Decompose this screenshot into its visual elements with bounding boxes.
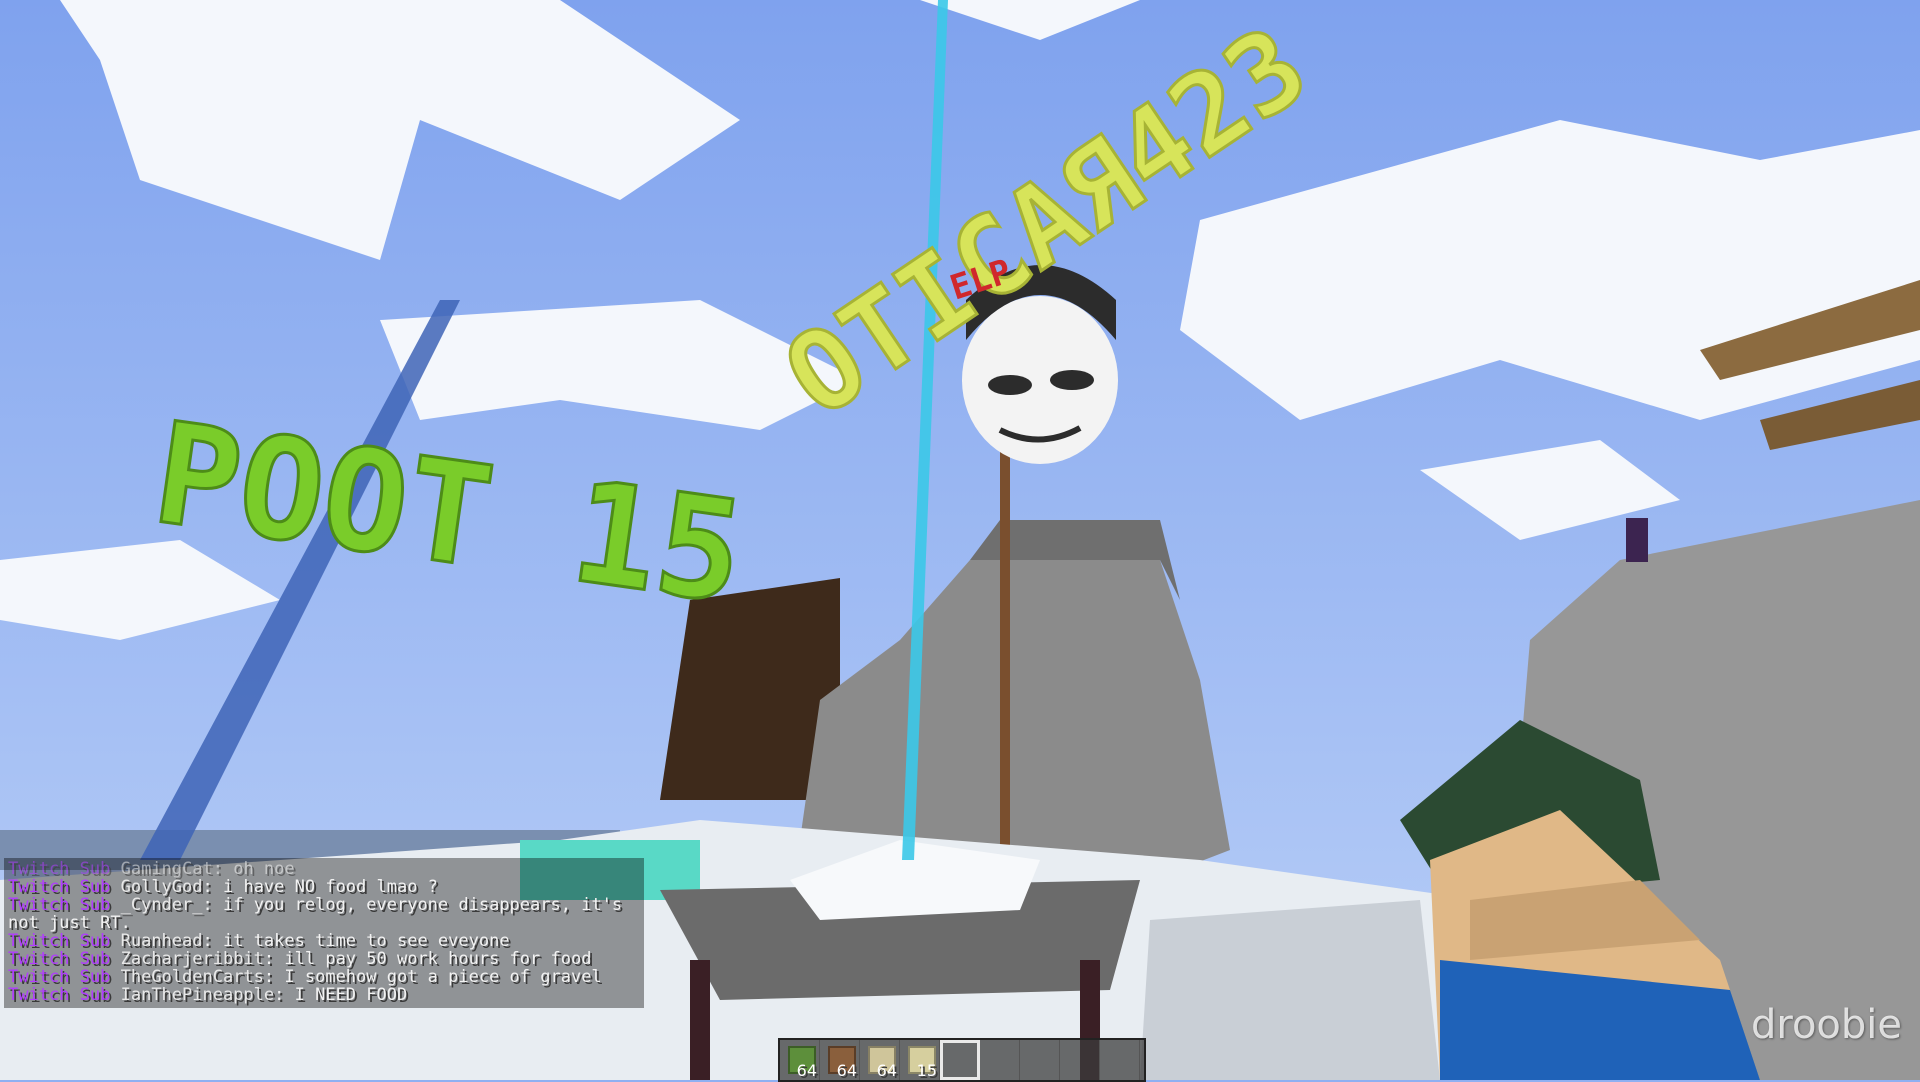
chat-tag: Twitch Sub <box>8 949 111 969</box>
chat-text: I somehow got a piece of gravel <box>284 967 602 987</box>
chat-message: Twitch Sub Zacharjeribbit: ill pay 50 wo… <box>8 949 592 969</box>
item-count: 64 <box>876 1061 897 1080</box>
chat-message: Twitch Sub Ruanhead: it takes time to se… <box>8 931 510 951</box>
chat-username: Ruanhead <box>120 931 203 951</box>
chat-username: TheGoldenCarts <box>120 967 264 987</box>
hotbar-slot-3[interactable]: 64 <box>860 1040 900 1080</box>
chat-username: _Cynder_ <box>120 895 203 915</box>
hotbar-slot-8[interactable] <box>1060 1040 1100 1080</box>
chat-message: Twitch Sub GollyGod: i have NO food lmao… <box>8 877 438 897</box>
wooden-pole <box>1000 420 1010 860</box>
chat-username: GollyGod <box>120 877 203 897</box>
chat-tag: Twitch Sub <box>8 877 111 897</box>
hotbar[interactable]: 64 64 64 15 <box>778 1038 1146 1082</box>
chat-message: Twitch Sub _Cynder_: if you relog, every… <box>8 895 633 933</box>
chat-message: Twitch Sub IanThePineapple: I NEED FOOD <box>8 985 408 1005</box>
chat-text: oh noe <box>233 859 295 879</box>
chat-text: i have NO food lmao ? <box>222 877 438 897</box>
platform-support-left <box>690 960 710 1080</box>
hotbar-slot-5[interactable] <box>940 1040 980 1080</box>
snow-ground-shadow <box>1140 900 1440 1080</box>
chat-tag: Twitch Sub <box>8 931 111 951</box>
item-count: 15 <box>916 1061 937 1080</box>
item-count: 64 <box>796 1061 817 1080</box>
chat-username: Zacharjeribbit <box>120 949 264 969</box>
hotbar-slot-6[interactable] <box>980 1040 1020 1080</box>
watermark: droobie <box>1750 1002 1902 1048</box>
item-count: 64 <box>836 1061 857 1080</box>
hotbar-slot-4[interactable]: 15 <box>900 1040 940 1080</box>
chat-tag: Twitch Sub <box>8 859 111 879</box>
chat-tag: Twitch Sub <box>8 985 111 1005</box>
chat-text: ill pay 50 work hours for food <box>284 949 592 969</box>
chat-message: Twitch Sub TheGoldenCarts: I somehow got… <box>8 967 602 987</box>
player-on-cliff <box>1626 518 1648 562</box>
chat-message: Twitch Sub GamingCat: oh noe <box>8 859 295 879</box>
hotbar-slot-9[interactable] <box>1100 1040 1140 1080</box>
chat-tag: Twitch Sub <box>8 967 111 987</box>
chat-panel: Twitch Sub GamingCat: oh noe Twitch Sub G… <box>4 858 644 1008</box>
chat-text: it takes time to see eveyone <box>222 931 510 951</box>
hotbar-slot-1[interactable]: 64 <box>780 1040 820 1080</box>
chat-text: I NEED FOOD <box>294 985 408 1005</box>
chat-tag: Twitch Sub <box>8 895 111 915</box>
chat-username: GamingCat <box>120 859 213 879</box>
hotbar-slot-7[interactable] <box>1020 1040 1060 1080</box>
hotbar-slot-2[interactable]: 64 <box>820 1040 860 1080</box>
chat-username: IanThePineapple <box>120 985 275 1005</box>
